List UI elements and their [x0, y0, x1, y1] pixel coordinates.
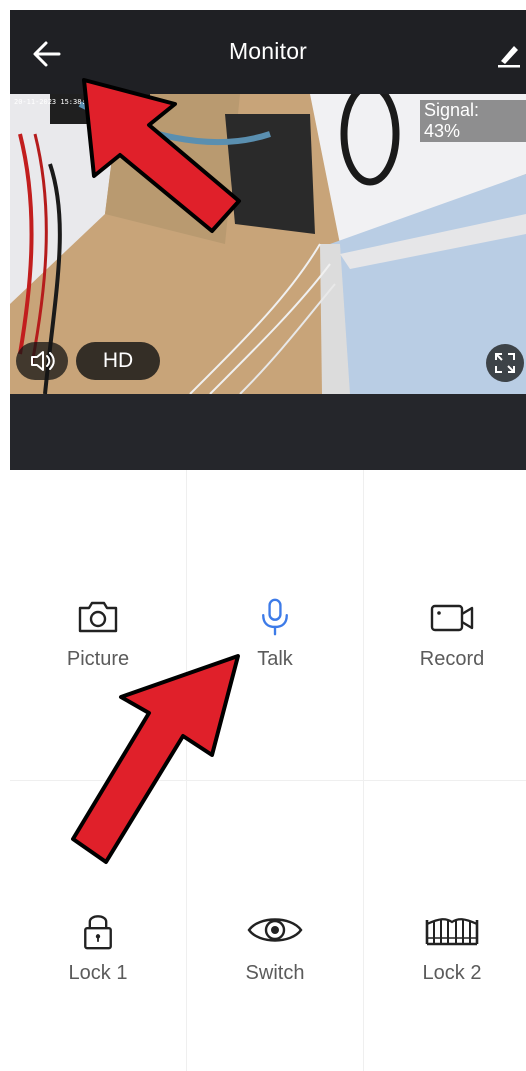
talk-label: Talk	[257, 648, 293, 670]
signal-indicator: Signal: 43%	[420, 100, 526, 142]
top-bar: Monitor	[10, 10, 526, 94]
padlock-icon	[84, 915, 112, 950]
gate-icon	[425, 918, 479, 946]
lock-2-button[interactable]: Lock 2	[364, 910, 526, 985]
picture-button[interactable]: Picture	[10, 598, 186, 671]
video-timestamp: 20-11-2023 15:38:	[14, 98, 86, 106]
microphone-icon	[262, 598, 288, 636]
edit-button[interactable]	[496, 42, 522, 68]
picture-label: Picture	[66, 648, 130, 670]
fullscreen-button[interactable]	[486, 344, 524, 382]
switch-button[interactable]: Switch	[187, 910, 363, 985]
page-title: Monitor	[228, 38, 308, 64]
quality-toggle-button[interactable]: HD	[76, 342, 160, 380]
signal-value: 43%	[424, 121, 461, 141]
speaker-icon	[31, 351, 55, 371]
control-grid: Picture Talk Record Lock 1 Switch Lock 2	[10, 470, 526, 1071]
switch-label: Switch	[245, 962, 305, 984]
pencil-icon	[498, 46, 520, 68]
talk-button[interactable]: Talk	[187, 598, 363, 671]
signal-label: Signal:	[424, 100, 480, 120]
lock-2-label: Lock 2	[422, 962, 482, 984]
video-camera-icon	[430, 604, 474, 632]
volume-button[interactable]	[16, 342, 68, 380]
video-bottom-band	[10, 394, 526, 470]
camera-video-feed[interactable]: 20-11-2023 15:38: Signal: 43% HD	[10, 94, 526, 394]
eye-icon	[247, 918, 303, 942]
grid-divider	[10, 780, 526, 781]
record-label: Record	[419, 648, 485, 670]
expand-icon	[495, 353, 515, 373]
camera-icon	[78, 601, 118, 633]
lock-1-label: Lock 1	[68, 962, 128, 984]
lock-1-button[interactable]: Lock 1	[10, 910, 186, 985]
record-button[interactable]: Record	[364, 598, 526, 671]
app-screen: Monitor 20-11-2023 15:38: Signal: 43% HD…	[10, 10, 526, 1071]
